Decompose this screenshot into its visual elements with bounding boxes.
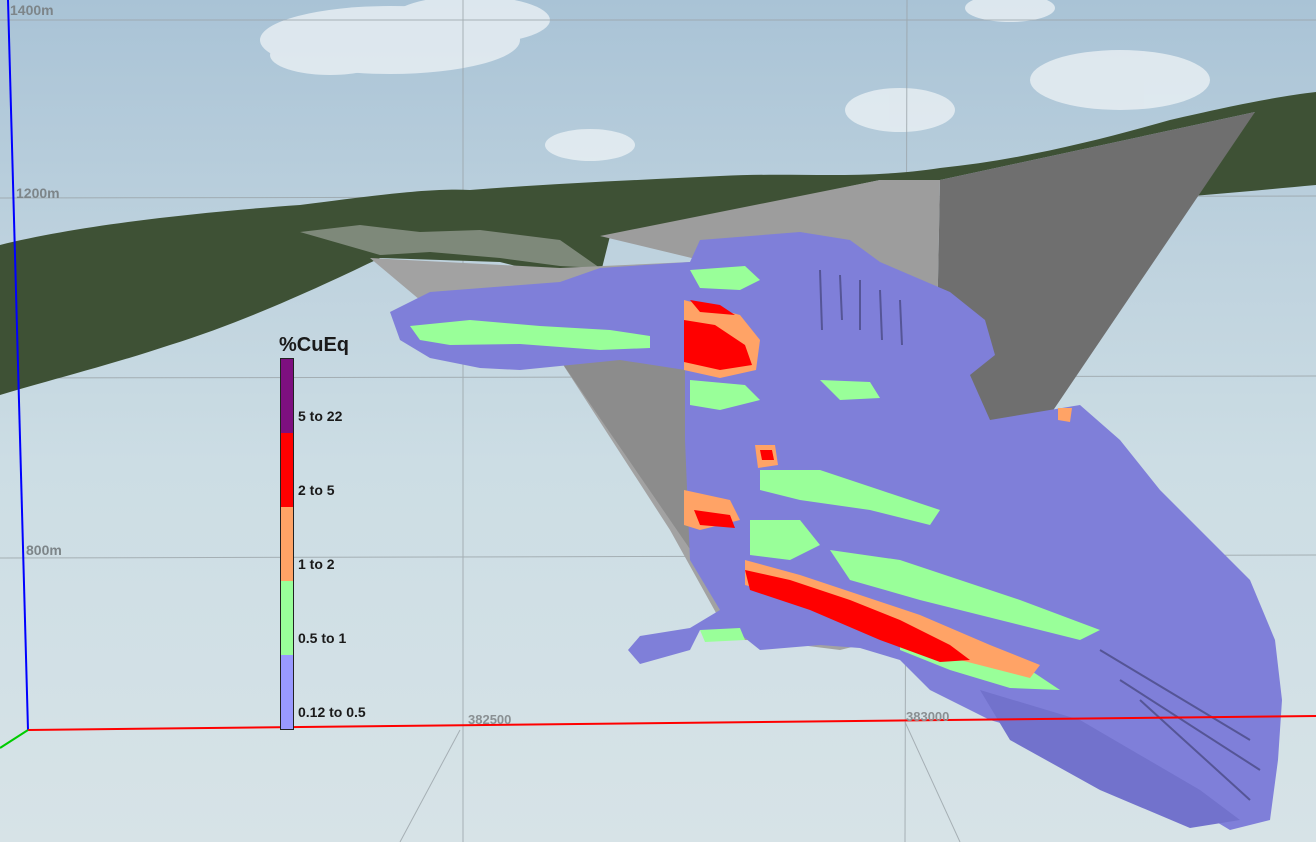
legend-class-label: 1 to 2 xyxy=(298,556,335,572)
elevation-label: 1400m xyxy=(10,2,54,18)
legend-class-label: 5 to 22 xyxy=(298,408,343,424)
legend-class-label: 0.12 to 0.5 xyxy=(298,704,366,720)
legend-swatch xyxy=(281,507,293,581)
easting-label: 382500 xyxy=(468,712,512,727)
legend-swatch xyxy=(281,359,293,433)
legend-swatch xyxy=(281,655,293,729)
legend-class-label: 0.5 to 1 xyxy=(298,630,347,646)
grade-shell-low xyxy=(390,232,1282,830)
3d-viewport[interactable]: 1400m 1200m 800m 382500 383000 %CuEq 5 t… xyxy=(0,0,1316,842)
legend-title: %CuEq xyxy=(279,334,349,356)
block-model-scene xyxy=(0,0,1316,842)
elevation-label: 800m xyxy=(26,542,62,558)
block-model xyxy=(390,232,1282,830)
legend-class-label: 2 to 5 xyxy=(298,482,335,498)
y-axis xyxy=(0,729,29,749)
legend-swatch xyxy=(281,581,293,655)
easting-label: 383000 xyxy=(906,709,950,724)
legend-color-bar xyxy=(280,358,294,730)
elevation-label: 1200m xyxy=(16,185,60,201)
legend-swatch xyxy=(281,433,293,507)
sky-clouds xyxy=(260,0,1210,161)
